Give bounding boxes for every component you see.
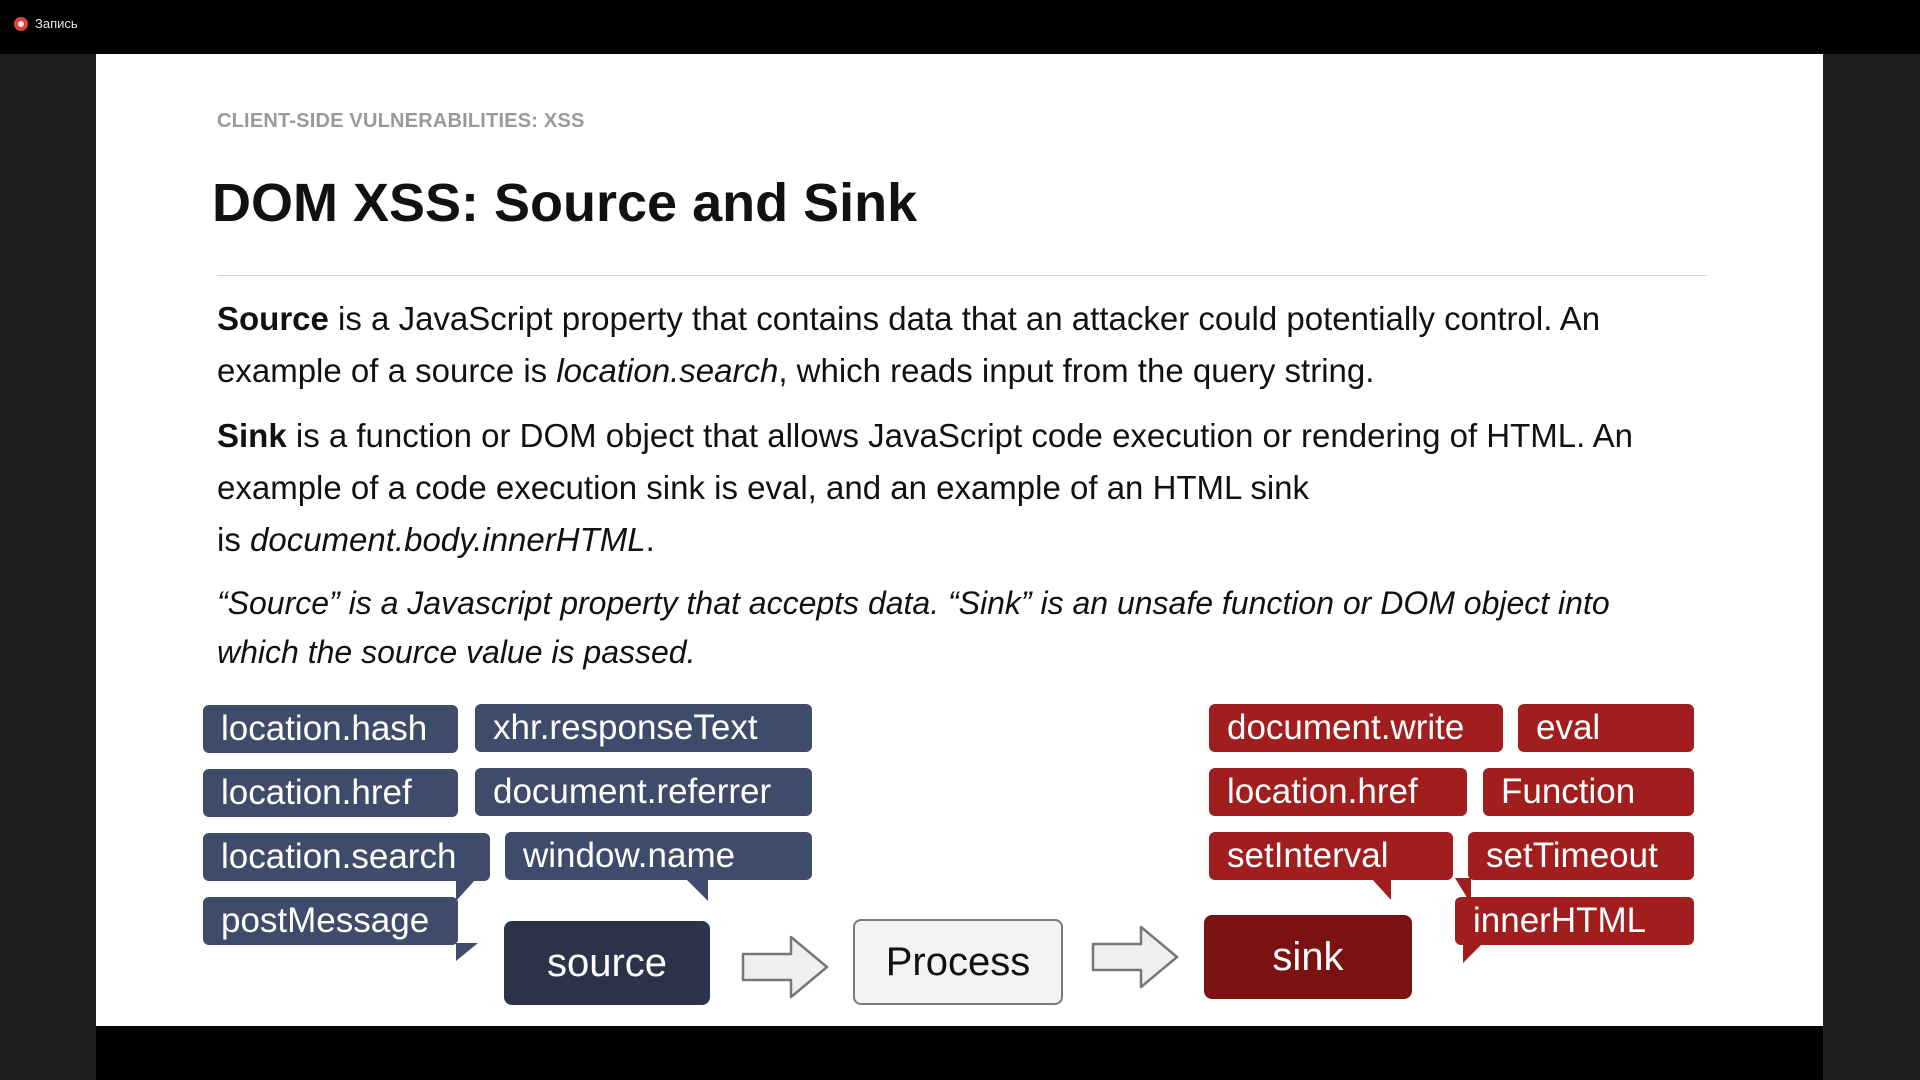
quote-line1: “Source” is a Javascript property that a… bbox=[217, 585, 1610, 621]
sink-term: Sink bbox=[217, 417, 287, 454]
source-chip: window.name bbox=[505, 832, 812, 880]
speech-tail bbox=[686, 879, 708, 901]
source-chip: xhr.responseText bbox=[475, 704, 812, 752]
speech-tail bbox=[1455, 878, 1471, 904]
speech-tail bbox=[456, 879, 476, 901]
record-icon bbox=[14, 16, 28, 31]
sink-line1: is a function or DOM object that allows … bbox=[286, 417, 1634, 454]
sink-chip: location.href bbox=[1209, 768, 1467, 816]
bottom-letterbox bbox=[96, 1026, 1823, 1080]
source-chip: location.hash bbox=[203, 705, 458, 753]
source-example: location.search bbox=[556, 352, 779, 389]
speech-tail bbox=[1371, 878, 1391, 900]
source-box: source bbox=[504, 921, 710, 1005]
source-definition: Source is a JavaScript property that con… bbox=[217, 293, 1777, 397]
meeting-top-bar: Запись bbox=[0, 0, 1920, 54]
process-box: Process bbox=[853, 919, 1063, 1005]
sink-chip: document.write bbox=[1209, 704, 1503, 752]
shared-slide: CLIENT-SIDE VULNERABILITIES: XSS DOM XSS… bbox=[96, 54, 1823, 1026]
slide-title: DOM XSS: Source and Sink bbox=[212, 173, 918, 233]
sink-chip: setTimeout bbox=[1468, 832, 1694, 880]
source-term: Source bbox=[217, 300, 329, 337]
source-chip: location.search bbox=[203, 833, 490, 881]
slide-eyebrow: CLIENT-SIDE VULNERABILITIES: XSS bbox=[217, 110, 585, 132]
source-line1: is a JavaScript property that contains d… bbox=[328, 300, 1601, 337]
sink-chip: setInterval bbox=[1209, 832, 1453, 880]
sink-line3-a: is bbox=[217, 521, 250, 558]
sink-box: sink bbox=[1204, 915, 1412, 999]
sink-chip: innerHTML bbox=[1455, 897, 1694, 945]
source-chip: location.href bbox=[203, 769, 458, 817]
right-letterbox bbox=[1823, 54, 1920, 1080]
recording-label: Запись bbox=[35, 16, 78, 31]
title-divider bbox=[217, 275, 1707, 276]
sink-chip: eval bbox=[1518, 704, 1694, 752]
flow-arrow-icon bbox=[1091, 925, 1179, 989]
recording-indicator[interactable]: Запись bbox=[14, 16, 78, 31]
source-chip: document.referrer bbox=[475, 768, 812, 816]
left-letterbox bbox=[0, 54, 96, 1080]
sink-line2: example of a code execution sink is eval… bbox=[217, 469, 1310, 506]
source-line2-b: , which reads input from the query strin… bbox=[778, 352, 1375, 389]
speech-tail bbox=[1463, 943, 1483, 963]
sink-definition: Sink is a function or DOM object that al… bbox=[217, 410, 1777, 566]
speech-tail bbox=[456, 943, 478, 961]
flow-arrow-icon bbox=[741, 935, 829, 999]
source-sink-quote: “Source” is a Javascript property that a… bbox=[217, 579, 1777, 677]
source-line2-a: example of a source is bbox=[217, 352, 557, 389]
quote-line2: which the source value is passed. bbox=[217, 634, 696, 670]
sink-example: document.body.innerHTML bbox=[250, 521, 646, 558]
source-chip: postMessage bbox=[203, 897, 458, 945]
sink-chip: Function bbox=[1483, 768, 1694, 816]
sink-line3-b: . bbox=[645, 521, 655, 558]
